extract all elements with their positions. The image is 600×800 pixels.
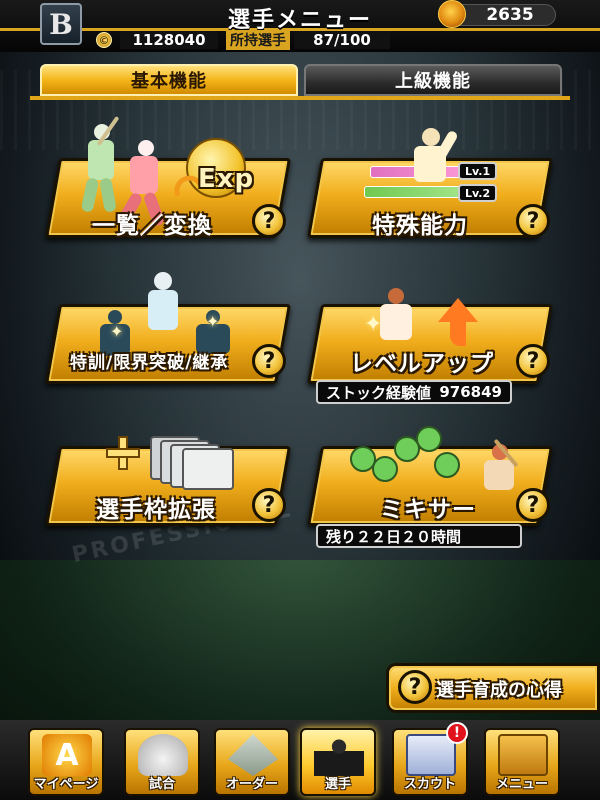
sparkle-icon: ✦ xyxy=(364,312,383,337)
nav-label: 試合 xyxy=(148,777,175,792)
stock-exp-value: 976849 xyxy=(439,383,502,401)
help-icon[interactable]: ? xyxy=(252,488,286,522)
green-balls-icon xyxy=(350,426,470,486)
nav-label: スカウト xyxy=(403,777,456,792)
status-row: © 1128040 所持選手 87/100 xyxy=(88,30,390,50)
special-training-label: 特訓/限界突破/継承 xyxy=(70,353,229,373)
exp-label: Exp xyxy=(198,164,255,194)
help-icon[interactable]: ? xyxy=(516,204,550,238)
owned-players-label: 所持選手 xyxy=(226,30,290,50)
nav-label: マイページ xyxy=(33,777,99,792)
plus-icon xyxy=(106,436,140,470)
list-exchange-label: 一覧／変換 xyxy=(92,213,212,239)
nav-label: メニュー xyxy=(495,777,548,792)
up-arrow-icon xyxy=(450,320,466,346)
nav-label: オーダー xyxy=(225,777,278,792)
nav-order[interactable]: オーダー xyxy=(214,728,290,796)
nav-my-page[interactable]: A マイページ xyxy=(28,728,104,796)
mixer-label: ミキサー xyxy=(380,497,476,523)
stock-exp-box: ストック経験値 976849 xyxy=(316,380,512,404)
money-icon: © xyxy=(96,32,112,48)
level-2-tag: Lv.2 xyxy=(458,184,498,202)
up-arrow-icon xyxy=(438,298,478,322)
team-logo[interactable]: B xyxy=(40,3,82,45)
player-silhouette-icon xyxy=(402,124,462,214)
player-silhouette-icon xyxy=(138,270,188,350)
player-card-stack-icon xyxy=(150,436,240,490)
owned-players-value: 87/100 xyxy=(294,31,390,49)
field-order-icon xyxy=(228,734,278,776)
sparkle-icon: ✦ xyxy=(206,312,220,331)
nav-match[interactable]: 試合 xyxy=(124,728,200,796)
expand-slots-label: 選手枠拡張 xyxy=(96,497,216,523)
level-1-tag: Lv.1 xyxy=(458,162,498,180)
help-icon[interactable]: ? xyxy=(252,204,286,238)
tab-basic[interactable]: 基本機能 xyxy=(40,64,298,96)
notification-badge: ! xyxy=(446,722,468,744)
player-training-tips-label: 選手育成の心得 xyxy=(436,680,562,701)
stadium-icon xyxy=(138,734,188,776)
stock-exp-label: ストック経験値 xyxy=(326,383,432,402)
sparkle-icon: ✦ xyxy=(110,322,124,341)
nav-players[interactable]: 選手 xyxy=(300,728,376,796)
mixer-remaining-text: 残り２２日２０時間 xyxy=(326,527,462,546)
nav-label: 選手 xyxy=(324,777,351,792)
level-up-label: レベルアップ xyxy=(350,351,494,377)
a-logo-icon: A xyxy=(42,734,92,776)
help-icon: ? xyxy=(398,670,432,704)
help-icon[interactable]: ? xyxy=(252,344,286,378)
nav-menu[interactable]: メニュー xyxy=(484,728,560,796)
batter-silhouette-icon xyxy=(470,436,530,496)
player-icon xyxy=(314,734,364,776)
money-value: 1128040 xyxy=(120,31,218,49)
premium-currency-value: 2635 xyxy=(486,5,534,25)
special-ability-label: 特殊能力 xyxy=(372,213,468,239)
tab-underline xyxy=(30,96,570,100)
mixer-remaining-box: 残り２２日２０時間 xyxy=(316,524,522,548)
help-icon[interactable]: ? xyxy=(516,488,550,522)
tab-advanced[interactable]: 上級機能 xyxy=(304,64,562,96)
flame-coin-icon xyxy=(438,0,466,28)
menu-box-icon xyxy=(498,734,548,776)
screen: PROFESSIONAL B 選手メニュー 2635 © 1128040 所持選… xyxy=(0,0,600,800)
help-icon[interactable]: ? xyxy=(516,344,550,378)
